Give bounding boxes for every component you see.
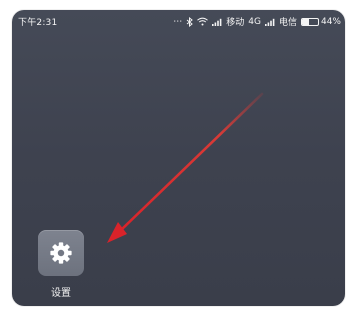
status-time: 下午2:31 — [18, 18, 58, 28]
settings-app-label[interactable]: 设置 — [30, 284, 92, 299]
network-type: 4G — [248, 16, 261, 27]
carrier-2: 电信 — [278, 18, 297, 28]
status-icons: ⋯ 移动 4G 电信 44% — [173, 15, 341, 28]
carrier-1: 移动 — [226, 18, 245, 28]
signal-icon — [264, 18, 275, 26]
wifi-icon — [197, 17, 209, 26]
signal-icon — [212, 18, 222, 26]
gear-icon — [50, 242, 72, 264]
battery-fill — [301, 18, 310, 25]
battery-percent: 44% — [320, 16, 341, 27]
settings-app-icon[interactable] — [38, 230, 84, 276]
more-dots-icon: ⋯ — [173, 16, 183, 27]
phone-screen: 下午2:31 ⋯ 移动 4G 电信 44% 设置 — [12, 10, 345, 306]
arrow-shaft — [118, 92, 264, 233]
status-bar: 下午2:31 ⋯ 移动 4G 电信 44% — [12, 10, 345, 34]
battery-indicator: 44% — [300, 16, 341, 27]
arrow-head — [107, 222, 127, 243]
bluetooth-icon — [186, 16, 194, 27]
battery-icon — [300, 17, 319, 26]
